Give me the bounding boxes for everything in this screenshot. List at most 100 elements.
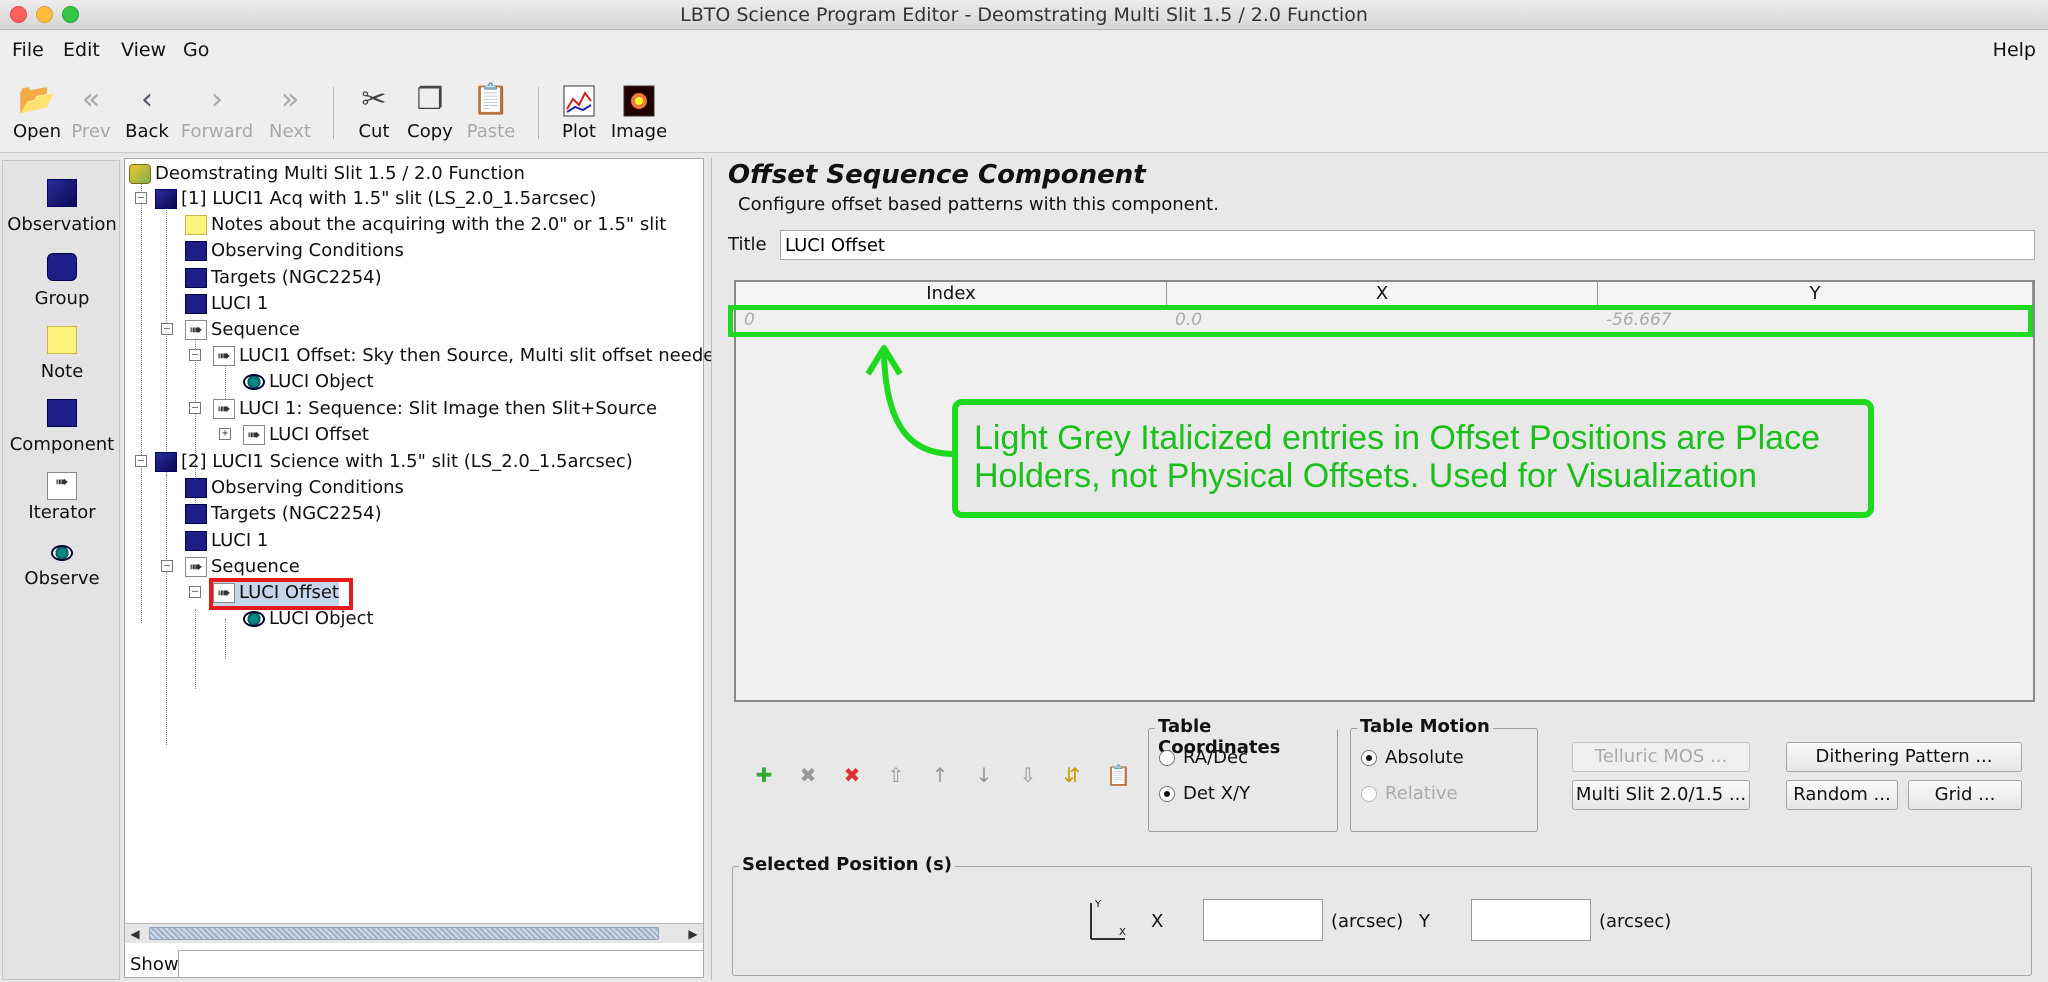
tree-node-component[interactable]: Targets (NGC2254) — [185, 501, 382, 527]
import-icon[interactable]: 📋 — [1106, 763, 1131, 787]
tree-node-sequence[interactable]: ➠ Sequence — [185, 554, 300, 580]
eye-icon — [243, 374, 265, 390]
tree-expander[interactable]: – — [135, 455, 147, 467]
column-header-index[interactable]: Index — [736, 282, 1167, 306]
tree-connector — [141, 183, 142, 623]
tree-node-component[interactable]: Observing Conditions — [185, 475, 404, 501]
eye-icon — [51, 545, 73, 561]
tree-node-component[interactable]: Observing Conditions — [185, 238, 404, 264]
tree-expander[interactable]: + — [219, 428, 231, 440]
random-button[interactable]: Random ... — [1786, 780, 1898, 810]
tree-expander[interactable]: – — [189, 586, 201, 598]
tree-node-iterator[interactable]: ➠ LUCI Offset — [243, 422, 369, 448]
add-row-icon[interactable]: ✚ — [752, 763, 776, 787]
tree-connector — [166, 195, 167, 485]
instrument-icon — [185, 531, 207, 551]
remove-all-rows-icon[interactable]: ✖ — [840, 763, 864, 787]
image-button[interactable]: Image — [602, 79, 676, 149]
tree-node-iterator[interactable]: ➠ LUCI1 Offset: Sky then Source, Multi sl… — [213, 343, 726, 369]
iterator-icon: ➠ — [47, 472, 77, 500]
tree-node-sequence[interactable]: ➠ Sequence — [185, 317, 300, 343]
annotation-text: Light Grey Italicized entries in Offset … — [974, 419, 1820, 495]
x-label: X — [1151, 911, 1164, 932]
selected-position-group: Selected Position (s) Y X X (arcsec) Y (… — [732, 854, 2032, 976]
window-title: LBTO Science Program Editor - Deomstrati… — [680, 4, 1368, 26]
y-input[interactable] — [1471, 899, 1591, 941]
paste-button[interactable]: 📋 Paste — [454, 79, 528, 149]
multi-slit-button[interactable]: Multi Slit 2.0/1.5 ... — [1572, 780, 1750, 810]
eye-icon — [243, 611, 265, 627]
svg-text:Y: Y — [1094, 899, 1102, 910]
sequence-icon: ➠ — [185, 557, 207, 577]
tree-node-observation[interactable]: [2] LUCI1 Science with 1.5" slit (LS_2.0… — [155, 449, 633, 475]
palette-component[interactable]: Component — [3, 395, 121, 463]
next-button[interactable]: » Next — [253, 79, 327, 149]
selected-position-title: Selected Position (s) — [739, 854, 956, 875]
show-input[interactable] — [178, 950, 704, 978]
menu-view[interactable]: View — [121, 39, 166, 61]
tree-node-program[interactable]: Deomstrating Multi Slit 1.5 / 2.0 Functi… — [129, 161, 525, 187]
x-input[interactable] — [1203, 899, 1323, 941]
radio-absolute[interactable]: Absolute — [1361, 747, 1464, 768]
remove-row-icon[interactable]: ✖ — [796, 763, 820, 787]
tree-expander[interactable]: – — [161, 560, 173, 572]
menu-help[interactable]: Help — [1993, 39, 2036, 61]
tree-horizontal-scrollbar[interactable]: ◀ ▶ — [125, 923, 703, 943]
menu-edit[interactable]: Edit — [63, 39, 100, 61]
show-label: Show — [130, 954, 179, 975]
move-bottom-icon[interactable]: ⇩ — [1016, 763, 1040, 787]
palette-note[interactable]: Note — [3, 322, 121, 390]
instrument-icon — [185, 294, 207, 314]
tree-expander[interactable]: – — [189, 402, 201, 414]
tree-node-component[interactable]: Targets (NGC2254) — [185, 265, 382, 291]
tree-node-component[interactable]: LUCI 1 — [185, 528, 268, 554]
palette-observation[interactable]: Observation — [3, 175, 121, 243]
show-filter: Show — [124, 950, 704, 978]
clipboard-icon: 📋 — [472, 82, 510, 117]
component-palette: Observation Group Note Component ➠ Itera… — [2, 160, 120, 980]
tree-expander[interactable]: – — [189, 349, 201, 361]
column-header-y[interactable]: Y — [1598, 282, 2033, 306]
dithering-pattern-button[interactable]: Dithering Pattern ... — [1786, 742, 2022, 772]
move-up-icon[interactable]: ↑ — [928, 763, 952, 787]
program-tree[interactable]: Deomstrating Multi Slit 1.5 / 2.0 Functi… — [124, 158, 726, 978]
radio-ra-dec[interactable]: RA/Dec — [1159, 747, 1248, 768]
forward-button[interactable]: › Forward — [180, 79, 254, 149]
observation-icon — [47, 179, 77, 207]
observation-icon — [155, 452, 177, 472]
scrollbar-thumb[interactable] — [149, 927, 659, 940]
palette-group[interactable]: Group — [3, 249, 121, 317]
component-icon — [47, 399, 77, 427]
sort-icon[interactable]: ⇵ — [1060, 763, 1084, 787]
tree-node-component[interactable]: LUCI 1 — [185, 291, 268, 317]
move-down-icon[interactable]: ↓ — [972, 763, 996, 787]
tree-connector — [166, 475, 167, 745]
title-input[interactable] — [780, 230, 2035, 260]
y-unit-label: (arcsec) — [1599, 911, 1672, 932]
menu-go[interactable]: Go — [183, 39, 209, 61]
column-header-x[interactable]: X — [1167, 282, 1598, 306]
grid-button[interactable]: Grid ... — [1908, 780, 2022, 810]
tree-node-observation[interactable]: [1] LUCI1 Acq with 1.5" slit (LS_2.0_1.5… — [155, 186, 596, 212]
target-icon — [185, 504, 207, 524]
chevron-left-icon: ‹ — [141, 82, 153, 117]
tree-node-note[interactable]: Notes about the acquiring with the 2.0" … — [185, 212, 666, 238]
observation-icon — [155, 189, 177, 209]
move-top-icon[interactable]: ⇧ — [884, 763, 908, 787]
palette-observe[interactable]: Observe — [3, 541, 121, 609]
tree-expander[interactable]: – — [161, 323, 173, 335]
menu-file[interactable]: File — [12, 39, 44, 61]
table-coordinates-group: Table Coordinates RA/Dec Det X/Y — [1148, 716, 1338, 832]
chevron-right-icon: › — [211, 82, 223, 117]
back-button[interactable]: ‹ Back — [110, 79, 184, 149]
scroll-left-icon[interactable]: ◀ — [125, 924, 145, 944]
telluric-mos-button[interactable]: Telluric MOS ... — [1572, 742, 1750, 772]
scroll-right-icon[interactable]: ▶ — [683, 924, 703, 944]
radio-relative[interactable]: Relative — [1361, 783, 1458, 804]
x-unit-label: (arcsec) — [1331, 911, 1404, 932]
tree-expander[interactable]: – — [135, 192, 147, 204]
radio-det-xy[interactable]: Det X/Y — [1159, 783, 1250, 804]
tree-node-iterator[interactable]: ➠ LUCI 1: Sequence: Slit Image then Slit+… — [213, 396, 657, 422]
tree-node-observe[interactable]: LUCI Object — [243, 369, 374, 395]
palette-iterator[interactable]: ➠ Iterator — [3, 468, 121, 536]
